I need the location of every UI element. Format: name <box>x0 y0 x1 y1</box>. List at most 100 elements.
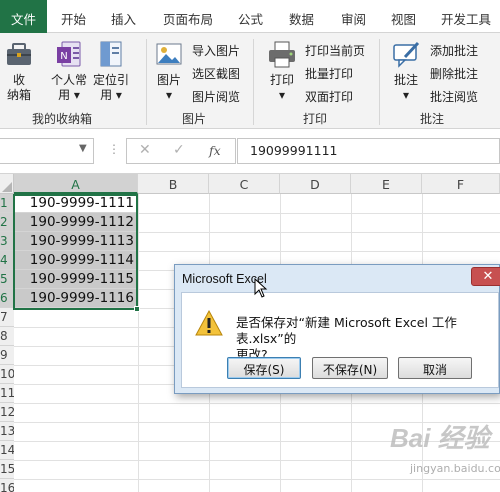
row-header[interactable]: 2 <box>0 213 14 232</box>
storage-box-label-1: 收 <box>12 73 25 87</box>
row-header[interactable]: 16 <box>0 479 14 492</box>
tab-review[interactable]: 审阅 <box>341 9 366 28</box>
tab-view[interactable]: 视图 <box>391 9 416 28</box>
row-header[interactable]: 5 <box>0 270 14 289</box>
dropdown-arrow-icon: ▾ <box>278 88 286 102</box>
gridline <box>14 460 500 461</box>
comment-label: 批注 <box>393 73 418 87</box>
region-screenshot-button[interactable]: 选区截图 <box>192 65 240 82</box>
locate-reference-button[interactable]: 定位引 用 ▾ <box>90 39 132 103</box>
dialog-body: 是否保存对“新建 Microsoft Excel 工作表.xlsx”的 更改? … <box>181 292 499 388</box>
group-label-print: 打印 <box>303 112 328 126</box>
gridline <box>138 194 139 492</box>
tab-page-layout[interactable]: 页面布局 <box>163 9 213 28</box>
save-button[interactable]: 保存(S) <box>227 357 301 379</box>
import-picture-button[interactable]: 导入图片 <box>192 42 240 59</box>
column-header-d[interactable]: D <box>280 174 351 194</box>
tab-file[interactable]: 文件 <box>0 0 48 34</box>
ribbon: 收 纳箱 N 个人常 用 ▾ 定位引 用 ▾ 我的收纳箱 图片 ▾ 导入图片 选… <box>0 33 500 129</box>
dialog-message-line-1: 是否保存对“新建 Microsoft Excel 工作表.xlsx”的 <box>236 315 457 346</box>
row-header[interactable]: 4 <box>0 251 14 270</box>
row-header[interactable]: 3 <box>0 232 14 251</box>
row-header[interactable]: 6 <box>0 289 14 308</box>
tab-formulas[interactable]: 公式 <box>238 9 263 28</box>
tab-data[interactable]: 数据 <box>289 9 314 28</box>
dropdown-arrow-icon: ▾ <box>402 88 410 102</box>
batch-print-button[interactable]: 批量打印 <box>305 65 353 82</box>
dropdown-arrow-icon: ▾ <box>70 88 80 102</box>
picture-label: 图片 <box>156 73 181 87</box>
personal-common-button[interactable]: N 个人常 用 ▾ <box>48 39 90 103</box>
row-header[interactable]: 11 <box>0 384 14 403</box>
row-header[interactable]: 15 <box>0 460 14 479</box>
column-header-e[interactable]: E <box>351 174 422 194</box>
browse-comments-button[interactable]: 批注阅览 <box>430 88 478 105</box>
locate-reference-icon <box>100 41 122 67</box>
select-all-corner[interactable] <box>0 174 14 194</box>
svg-text:N: N <box>60 51 67 62</box>
row-header[interactable]: 1 <box>0 194 14 213</box>
chevron-down-icon[interactable]: ▼ <box>79 143 87 154</box>
dialog-close-button[interactable]: ✕ <box>471 267 500 286</box>
gridline <box>14 403 500 404</box>
print-current-page-button[interactable]: 打印当前页 <box>305 42 365 59</box>
comment-pen-icon <box>393 41 420 68</box>
row-header[interactable]: 12 <box>0 403 14 422</box>
row-header[interactable]: 8 <box>0 327 14 346</box>
personal-common-label-1: 个人常 <box>50 73 87 87</box>
printer-icon <box>269 41 295 68</box>
toolbox-icon <box>7 43 31 65</box>
row-header[interactable]: 14 <box>0 441 14 460</box>
column-header-b[interactable]: B <box>138 174 209 194</box>
onenote-icon: N <box>57 41 81 67</box>
comment-button[interactable]: 批注 ▾ <box>388 39 424 103</box>
column-header-c[interactable]: C <box>209 174 280 194</box>
print-label: 打印 <box>269 73 294 87</box>
insert-function-icon[interactable]: fx <box>209 143 221 158</box>
group-label-picture: 图片 <box>182 112 207 126</box>
mouse-cursor-icon <box>254 278 268 298</box>
group-separator <box>253 39 254 125</box>
print-button[interactable]: 打印 ▾ <box>264 39 300 103</box>
tab-developer[interactable]: 开发工具 <box>441 9 491 28</box>
picture-button[interactable]: 图片 ▾ <box>154 39 184 103</box>
formula-input[interactable]: 19099991111 <box>237 138 500 164</box>
fill-handle[interactable] <box>134 306 140 312</box>
cancel-entry-icon[interactable]: ✕ <box>139 142 151 158</box>
dropdown-arrow-icon: ▾ <box>165 88 173 102</box>
selection-range <box>13 194 138 310</box>
column-header-a[interactable]: A <box>14 174 138 194</box>
duplex-print-button[interactable]: 双面打印 <box>305 88 353 105</box>
gridline <box>14 479 500 480</box>
tab-insert[interactable]: 插入 <box>111 9 136 28</box>
name-box[interactable]: ▼ <box>0 138 94 164</box>
tab-home[interactable]: 开始 <box>61 9 86 28</box>
warning-icon <box>195 309 223 336</box>
row-header[interactable]: 13 <box>0 422 14 441</box>
picture-browse-button[interactable]: 图片阅览 <box>192 88 240 105</box>
confirm-entry-icon[interactable]: ✓ <box>173 142 185 158</box>
delete-comment-button[interactable]: 删除批注 <box>430 65 478 82</box>
dont-save-button[interactable]: 不保存(N) <box>312 357 388 379</box>
group-label-toolbox: 我的收纳箱 <box>32 112 93 126</box>
row-header[interactable]: 7 <box>0 308 14 327</box>
row-header[interactable]: 10 <box>0 365 14 384</box>
watermark-url: jingyan.baidu.com <box>410 462 500 475</box>
locate-reference-label-1: 定位引 <box>92 73 129 87</box>
formula-bar: ▼ ⋮ ✕ ✓ fx 19099991111 <box>0 130 500 174</box>
group-separator <box>146 39 147 125</box>
locate-reference-label-2: 用 ▾ <box>100 88 122 102</box>
picture-icon <box>156 43 182 65</box>
column-header-f[interactable]: F <box>422 174 500 194</box>
storage-box-label-2: 纳箱 <box>6 88 31 102</box>
dialog-message: 是否保存对“新建 Microsoft Excel 工作表.xlsx”的 更改? <box>236 315 500 363</box>
group-separator <box>379 39 380 125</box>
more-options-icon: ⋮ <box>108 142 120 156</box>
row-header[interactable]: 9 <box>0 346 14 365</box>
add-comment-button[interactable]: 添加批注 <box>430 42 478 59</box>
cancel-button[interactable]: 取消 <box>398 357 472 379</box>
select-all-triangle-icon <box>2 182 12 192</box>
storage-box-button[interactable]: 收 纳箱 <box>2 39 36 103</box>
dropdown-arrow-icon: ▾ <box>112 88 122 102</box>
ribbon-tab-bar: 文件 开始 插入 页面布局 公式 数据 审阅 视图 开发工具 <box>0 0 500 34</box>
